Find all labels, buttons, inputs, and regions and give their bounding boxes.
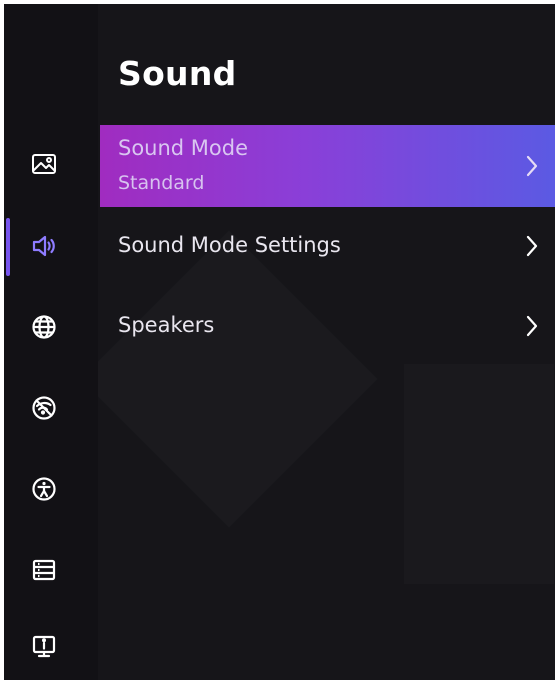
page-title: Sound <box>118 54 237 93</box>
menu-item-label: Sound Mode Settings <box>118 233 341 257</box>
no-signal-icon[interactable] <box>28 392 60 424</box>
tv-settings-screen: Sound Sound Mode Standard Sound Mode Set… <box>4 4 555 680</box>
list-icon[interactable] <box>28 554 60 586</box>
background-shape <box>80 230 378 528</box>
info-monitor-icon[interactable] <box>28 630 60 662</box>
background-shape <box>404 364 554 584</box>
picture-icon[interactable] <box>28 148 60 180</box>
globe-icon[interactable] <box>28 311 60 343</box>
chevron-right-icon <box>526 235 538 257</box>
chevron-right-icon <box>526 155 538 177</box>
menu-item-speakers[interactable]: Speakers <box>100 298 555 354</box>
settings-category-rail <box>4 4 98 680</box>
accessibility-icon[interactable] <box>28 473 60 505</box>
menu-item-sound-mode-settings[interactable]: Sound Mode Settings <box>100 218 555 274</box>
menu-item-sound-mode[interactable]: Sound Mode Standard <box>100 125 555 207</box>
chevron-right-icon <box>526 315 538 337</box>
menu-item-label: Speakers <box>118 313 215 337</box>
menu-item-label: Sound Mode <box>118 136 249 160</box>
menu-item-value: Standard <box>118 172 205 194</box>
active-category-indicator <box>6 218 10 276</box>
speaker-icon[interactable] <box>28 230 60 262</box>
